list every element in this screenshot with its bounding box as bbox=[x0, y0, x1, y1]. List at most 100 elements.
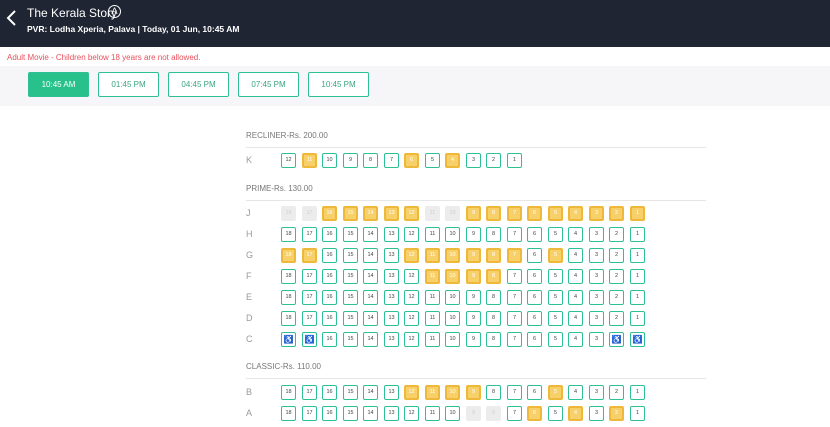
seat-booked[interactable]: 13 bbox=[384, 206, 399, 221]
seat-booked[interactable]: 8 bbox=[486, 206, 501, 221]
seat-available[interactable]: 9 bbox=[343, 153, 358, 168]
seat-booked[interactable]: 6 bbox=[527, 206, 542, 221]
seat-available[interactable]: 2 bbox=[609, 269, 624, 284]
seat-available[interactable]: 11 bbox=[425, 311, 440, 326]
seat-available[interactable]: 2 bbox=[609, 248, 624, 263]
seat-booked[interactable]: 7 bbox=[507, 206, 522, 221]
seat-available[interactable]: 17 bbox=[302, 227, 317, 242]
seat-available[interactable]: 9 bbox=[466, 290, 481, 305]
seat-available[interactable]: 9 bbox=[466, 227, 481, 242]
seat-available[interactable]: 1 bbox=[630, 227, 645, 242]
seat-booked[interactable]: 1 bbox=[630, 206, 645, 221]
seat-available[interactable]: 3 bbox=[589, 385, 604, 400]
seat-available[interactable]: 3 bbox=[466, 153, 481, 168]
seat-available[interactable]: 3 bbox=[589, 332, 604, 347]
seat-booked[interactable]: 4 bbox=[445, 153, 460, 168]
seat-booked[interactable]: 5 bbox=[548, 206, 563, 221]
seat-available[interactable]: 6 bbox=[527, 227, 542, 242]
seat-available[interactable]: 10 bbox=[445, 311, 460, 326]
seat-booked[interactable]: 12 bbox=[404, 206, 419, 221]
seat-available[interactable]: 15 bbox=[343, 290, 358, 305]
seat-booked[interactable]: 4 bbox=[568, 206, 583, 221]
seat-booked[interactable]: 16 bbox=[322, 206, 337, 221]
seat-booked[interactable]: 8 bbox=[486, 269, 501, 284]
seat-available[interactable]: 11 bbox=[425, 406, 440, 421]
seat-available[interactable]: 16 bbox=[322, 290, 337, 305]
seat-booked[interactable]: 5 bbox=[548, 248, 563, 263]
seat-available[interactable]: 14 bbox=[363, 311, 378, 326]
seat-available[interactable]: 5 bbox=[425, 153, 440, 168]
seat-available[interactable]: 8 bbox=[363, 153, 378, 168]
seat-available[interactable]: 3 bbox=[589, 269, 604, 284]
seat-available[interactable]: 4 bbox=[568, 332, 583, 347]
seat-booked[interactable]: 14 bbox=[363, 206, 378, 221]
seat-available[interactable]: 18 bbox=[281, 311, 296, 326]
seat-available[interactable]: 17 bbox=[302, 269, 317, 284]
seat-available[interactable]: 13 bbox=[384, 406, 399, 421]
seat-booked[interactable]: 10 bbox=[445, 269, 460, 284]
seat-booked[interactable]: 4 bbox=[568, 406, 583, 421]
seat-booked[interactable]: 9 bbox=[466, 385, 481, 400]
showtime-button[interactable]: 07:45 PM bbox=[238, 72, 299, 97]
seat-available[interactable]: 9 bbox=[466, 311, 481, 326]
seat-available[interactable]: 1 bbox=[630, 311, 645, 326]
wheelchair-seat-icon[interactable]: ♿ bbox=[630, 332, 645, 347]
seat-available[interactable]: 6 bbox=[527, 290, 542, 305]
seat-available[interactable]: 10 bbox=[445, 227, 460, 242]
seat-booked[interactable]: 11 bbox=[425, 248, 440, 263]
seat-available[interactable]: 16 bbox=[322, 248, 337, 263]
seat-available[interactable]: 11 bbox=[425, 227, 440, 242]
seat-available[interactable]: 2 bbox=[609, 290, 624, 305]
seat-available[interactable]: 10 bbox=[445, 290, 460, 305]
seat-available[interactable]: 8 bbox=[486, 385, 501, 400]
seat-available[interactable]: 16 bbox=[322, 385, 337, 400]
seat-available[interactable]: 13 bbox=[384, 311, 399, 326]
seat-available[interactable]: 7 bbox=[384, 153, 399, 168]
seat-booked[interactable]: 5 bbox=[548, 385, 563, 400]
seat-available[interactable]: 16 bbox=[322, 406, 337, 421]
seat-available[interactable]: 6 bbox=[527, 385, 542, 400]
seat-available[interactable]: 3 bbox=[589, 248, 604, 263]
seat-available[interactable]: 10 bbox=[445, 332, 460, 347]
wheelchair-seat-icon[interactable]: ♿ bbox=[609, 332, 624, 347]
seat-available[interactable]: 4 bbox=[568, 227, 583, 242]
seat-available[interactable]: 7 bbox=[507, 332, 522, 347]
seat-booked[interactable]: 10 bbox=[445, 385, 460, 400]
seat-booked[interactable]: 11 bbox=[425, 269, 440, 284]
seat-booked[interactable]: 10 bbox=[445, 248, 460, 263]
seat-available[interactable]: 17 bbox=[302, 311, 317, 326]
seat-available[interactable]: 14 bbox=[363, 332, 378, 347]
seat-available[interactable]: 17 bbox=[302, 290, 317, 305]
seat-booked[interactable]: 11 bbox=[302, 153, 317, 168]
seat-available[interactable]: 16 bbox=[322, 227, 337, 242]
seat-available[interactable]: 14 bbox=[363, 406, 378, 421]
seat-available[interactable]: 4 bbox=[568, 290, 583, 305]
seat-available[interactable]: 1 bbox=[630, 290, 645, 305]
seat-booked[interactable]: 7 bbox=[507, 248, 522, 263]
seat-available[interactable]: 18 bbox=[281, 269, 296, 284]
seat-available[interactable]: 15 bbox=[343, 227, 358, 242]
seat-available[interactable]: 13 bbox=[384, 248, 399, 263]
seat-available[interactable]: 13 bbox=[384, 332, 399, 347]
seat-available[interactable]: 1 bbox=[507, 153, 522, 168]
showtime-button[interactable]: 10:45 PM bbox=[308, 72, 369, 97]
seat-available[interactable]: 15 bbox=[343, 248, 358, 263]
seat-available[interactable]: 8 bbox=[486, 311, 501, 326]
seat-booked[interactable]: 18 bbox=[281, 248, 296, 263]
seat-available[interactable]: 3 bbox=[589, 290, 604, 305]
seat-available[interactable]: 5 bbox=[548, 290, 563, 305]
seat-available[interactable]: 13 bbox=[384, 269, 399, 284]
seat-booked[interactable]: 15 bbox=[343, 206, 358, 221]
seat-available[interactable]: 13 bbox=[384, 290, 399, 305]
seat-available[interactable]: 7 bbox=[507, 385, 522, 400]
seat-available[interactable]: 4 bbox=[568, 385, 583, 400]
seat-available[interactable]: 8 bbox=[486, 290, 501, 305]
seat-available[interactable]: 14 bbox=[363, 248, 378, 263]
seat-available[interactable]: 14 bbox=[363, 385, 378, 400]
seat-available[interactable]: 12 bbox=[404, 332, 419, 347]
seat-booked[interactable]: 9 bbox=[466, 248, 481, 263]
seat-available[interactable]: 6 bbox=[527, 332, 542, 347]
seat-available[interactable]: 1 bbox=[630, 269, 645, 284]
seat-available[interactable]: 16 bbox=[322, 332, 337, 347]
seat-booked[interactable]: 2 bbox=[609, 406, 624, 421]
